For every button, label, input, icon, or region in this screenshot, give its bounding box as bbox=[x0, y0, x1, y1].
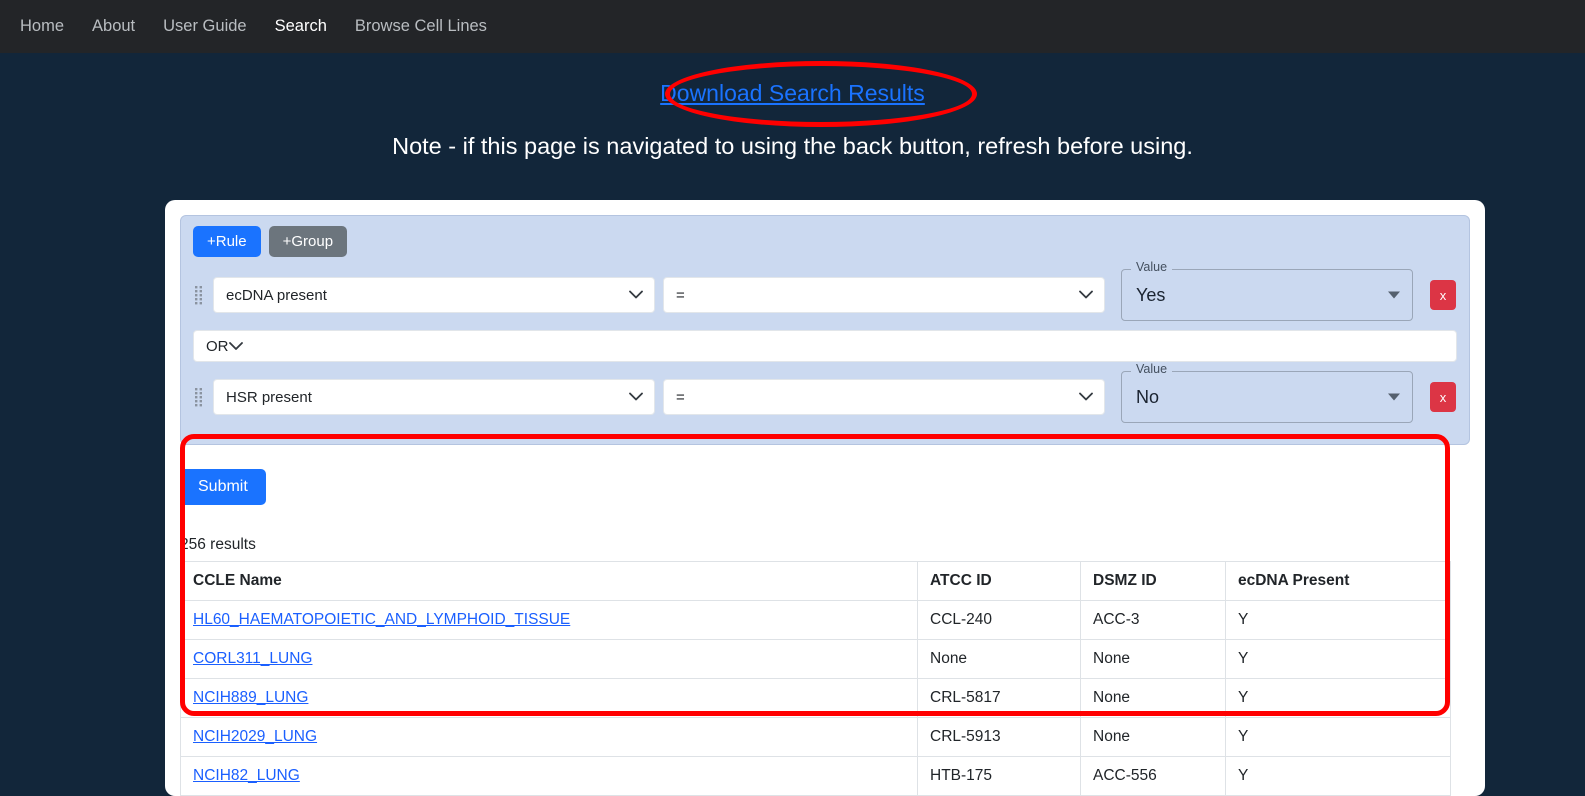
rule-value-text-1: Yes bbox=[1136, 284, 1166, 305]
nav-link-browse-cell-lines[interactable]: Browse Cell Lines bbox=[341, 11, 501, 42]
add-rule-button[interactable]: +Rule bbox=[193, 226, 261, 257]
rule-value-select-2[interactable]: No bbox=[1121, 371, 1413, 423]
nav-link-about[interactable]: About bbox=[78, 11, 149, 42]
cell-atcc-id: None bbox=[917, 639, 1081, 679]
table-row: CORL311_LUNG None None Y bbox=[180, 639, 1451, 679]
submit-button[interactable]: Submit bbox=[180, 469, 266, 505]
page-header: Download Search Results Note - if this p… bbox=[0, 53, 1585, 160]
rule-value-field-wrapper-2: Value No bbox=[1121, 363, 1413, 423]
chevron-down-icon bbox=[1079, 287, 1093, 304]
cell-ecdna-present: Y bbox=[1225, 639, 1451, 679]
rule-operator-select-1[interactable]: = bbox=[663, 277, 1105, 313]
cell-ccle-name: NCIH82_LUNG bbox=[180, 756, 918, 796]
cell-line-link[interactable]: NCIH889_LUNG bbox=[193, 689, 308, 706]
cell-ecdna-present: Y bbox=[1225, 717, 1451, 757]
cell-ccle-name: HL60_HAEMATOPOIETIC_AND_LYMPHOID_TISSUE bbox=[180, 600, 918, 640]
cell-atcc-id: CCL-240 bbox=[917, 600, 1081, 640]
cell-ecdna-present: Y bbox=[1225, 678, 1451, 718]
table-row: HL60_HAEMATOPOIETIC_AND_LYMPHOID_TISSUE … bbox=[180, 600, 1451, 640]
cell-line-link[interactable]: NCIH2029_LUNG bbox=[193, 728, 317, 745]
rule-operator-value-2: = bbox=[676, 388, 685, 406]
column-header-ccle-name: CCLE Name bbox=[180, 561, 918, 601]
table-row: NCIH82_LUNG HTB-175 ACC-556 Y bbox=[180, 756, 1451, 796]
column-header-atcc-id: ATCC ID bbox=[917, 561, 1081, 601]
rule-field-select-2[interactable]: HSR present bbox=[213, 379, 655, 415]
cell-ecdna-present: Y bbox=[1225, 756, 1451, 796]
nav-link-home[interactable]: Home bbox=[6, 11, 78, 42]
cell-dsmz-id: None bbox=[1080, 639, 1226, 679]
remove-rule-button-1[interactable]: x bbox=[1430, 280, 1456, 310]
rule-value-label-1: Value bbox=[1131, 261, 1173, 274]
drag-handle-icon[interactable] bbox=[193, 284, 205, 306]
cell-ecdna-present: Y bbox=[1225, 600, 1451, 640]
cell-atcc-id: CRL-5817 bbox=[917, 678, 1081, 718]
table-row: NCIH889_LUNG CRL-5817 None Y bbox=[180, 678, 1451, 718]
query-rule-row-1: ecDNA present = Value Yes x bbox=[193, 261, 1457, 321]
rule-value-field-wrapper-1: Value Yes bbox=[1121, 261, 1413, 321]
search-card: +Rule +Group ecDNA present = Value Yes x… bbox=[165, 200, 1485, 796]
rule-field-value-2: HSR present bbox=[226, 388, 312, 406]
cell-ccle-name: NCIH2029_LUNG bbox=[180, 717, 918, 757]
dropdown-arrow-icon bbox=[1388, 291, 1400, 299]
cell-line-link[interactable]: NCIH82_LUNG bbox=[193, 767, 300, 784]
cell-dsmz-id: ACC-3 bbox=[1080, 600, 1226, 640]
page-note: Note - if this page is navigated to usin… bbox=[392, 133, 1193, 159]
chevron-down-icon bbox=[228, 338, 243, 355]
dropdown-arrow-icon bbox=[1388, 393, 1400, 401]
results-section: Submit 256 results CCLE Name ATCC ID DSM… bbox=[165, 460, 1485, 796]
query-combinator-row: OR bbox=[193, 330, 1457, 362]
download-search-results-link[interactable]: Download Search Results bbox=[660, 80, 925, 106]
cell-dsmz-id: None bbox=[1080, 678, 1226, 718]
cell-line-link[interactable]: HL60_HAEMATOPOIETIC_AND_LYMPHOID_TISSUE bbox=[193, 611, 570, 628]
table-row: NCIH2029_LUNG CRL-5913 None Y bbox=[180, 717, 1451, 757]
cell-ccle-name: NCIH889_LUNG bbox=[180, 678, 918, 718]
chevron-down-icon bbox=[629, 287, 643, 304]
rule-value-select-1[interactable]: Yes bbox=[1121, 269, 1413, 321]
cell-dsmz-id: None bbox=[1080, 717, 1226, 757]
rule-field-select-1[interactable]: ecDNA present bbox=[213, 277, 655, 313]
combinator-select[interactable]: OR bbox=[193, 330, 1457, 362]
chevron-down-icon bbox=[629, 389, 643, 406]
results-table: CCLE Name ATCC ID DSMZ ID ecDNA Present … bbox=[180, 561, 1451, 796]
rule-value-label-2: Value bbox=[1131, 363, 1173, 376]
rule-field-value-1: ecDNA present bbox=[226, 286, 327, 304]
column-header-dsmz-id: DSMZ ID bbox=[1080, 561, 1226, 601]
cell-atcc-id: CRL-5913 bbox=[917, 717, 1081, 757]
column-header-ecdna-present: ecDNA Present bbox=[1225, 561, 1451, 601]
chevron-down-icon bbox=[1079, 389, 1093, 406]
remove-rule-button-2[interactable]: x bbox=[1430, 382, 1456, 412]
cell-atcc-id: HTB-175 bbox=[917, 756, 1081, 796]
results-count-label: 256 results bbox=[180, 536, 256, 553]
nav-link-user-guide[interactable]: User Guide bbox=[149, 11, 260, 42]
nav-link-search[interactable]: Search bbox=[261, 11, 341, 42]
cell-ccle-name: CORL311_LUNG bbox=[180, 639, 918, 679]
main-navbar: Home About User Guide Search Browse Cell… bbox=[0, 0, 1585, 53]
rule-operator-value-1: = bbox=[676, 286, 685, 304]
table-header-row: CCLE Name ATCC ID DSMZ ID ecDNA Present bbox=[180, 561, 1451, 601]
cell-line-link[interactable]: CORL311_LUNG bbox=[193, 650, 312, 667]
query-rule-row-2: HSR present = Value No x bbox=[193, 363, 1457, 423]
query-builder-panel: +Rule +Group ecDNA present = Value Yes x… bbox=[180, 215, 1470, 445]
cell-dsmz-id: ACC-556 bbox=[1080, 756, 1226, 796]
rule-operator-select-2[interactable]: = bbox=[663, 379, 1105, 415]
drag-handle-icon[interactable] bbox=[193, 386, 205, 408]
rule-value-text-2: No bbox=[1136, 386, 1160, 407]
combinator-value: OR bbox=[206, 337, 229, 355]
add-group-button[interactable]: +Group bbox=[268, 226, 348, 257]
query-builder-toolbar: +Rule +Group bbox=[193, 226, 1457, 257]
